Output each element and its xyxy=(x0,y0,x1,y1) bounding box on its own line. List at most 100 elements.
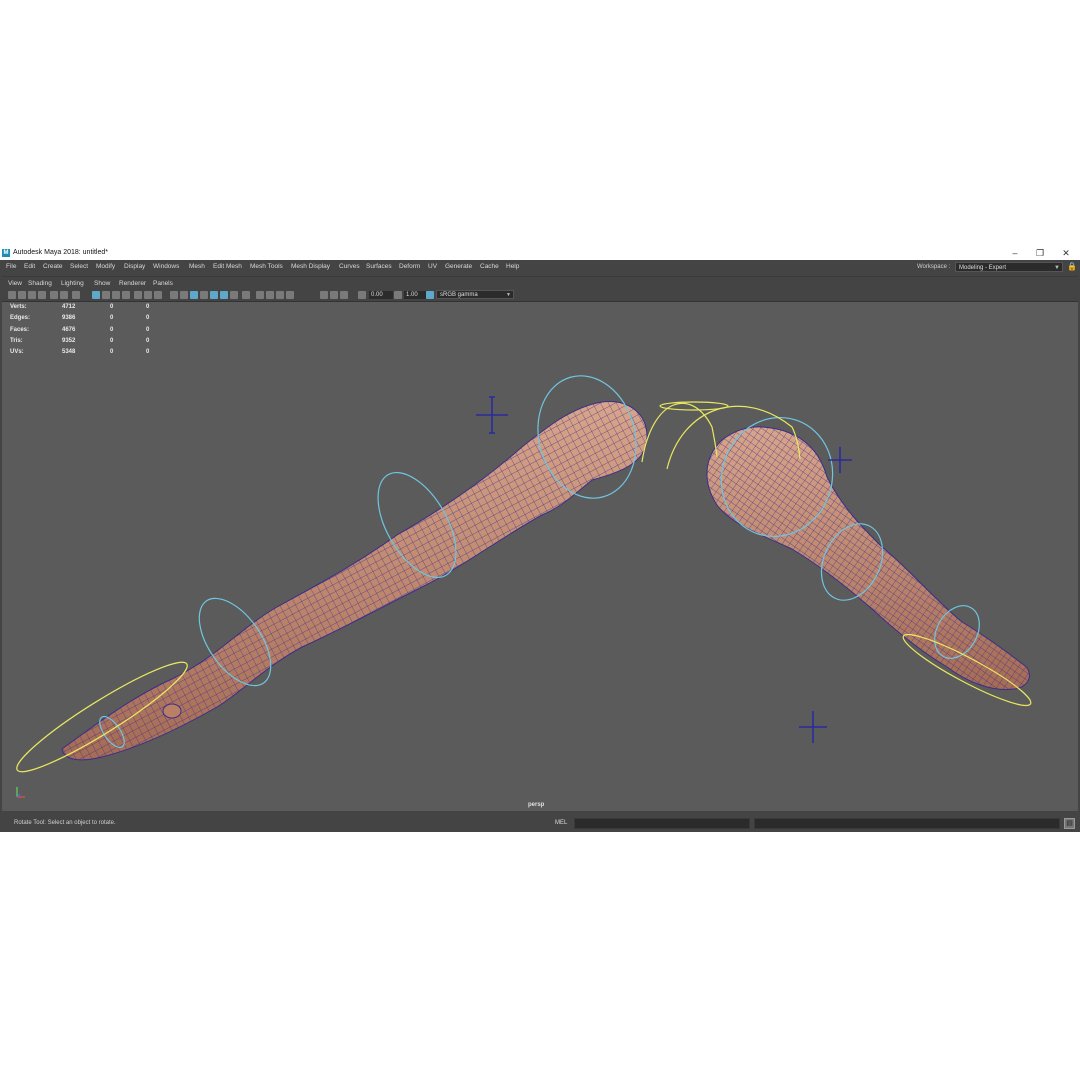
maya-logo-icon: M xyxy=(2,249,10,257)
isolate-icon[interactable] xyxy=(154,291,162,299)
menu-cache[interactable]: Cache xyxy=(480,263,499,270)
command-language-button[interactable]: MEL xyxy=(555,820,567,826)
two-d-pan-icon[interactable] xyxy=(50,291,58,299)
view-transform-value: sRGB gamma xyxy=(440,292,478,298)
menu-surfaces[interactable]: Surfaces xyxy=(366,263,392,270)
grease-pencil-icon[interactable] xyxy=(60,291,68,299)
panel-menu-view[interactable]: View xyxy=(8,280,22,287)
menu-display[interactable]: Display xyxy=(124,263,145,270)
panel-menu-shading[interactable]: Shading xyxy=(28,280,52,287)
ambient-occlusion-icon[interactable] xyxy=(256,291,264,299)
xray-active-icon[interactable] xyxy=(330,291,338,299)
workspace-label: Workspace : xyxy=(917,264,951,270)
film-gate-icon[interactable] xyxy=(92,291,100,299)
left-arm-mesh xyxy=(61,401,648,761)
hud-value: 4676 xyxy=(62,326,76,333)
chevron-down-icon: ▼ xyxy=(506,292,511,298)
panel-menu-lighting[interactable]: Lighting xyxy=(61,280,84,287)
grid-icon[interactable] xyxy=(72,291,80,299)
menu-edit-mesh[interactable]: Edit Mesh xyxy=(213,263,242,270)
workspace-dropdown[interactable]: Modeling - Expert ▼ xyxy=(955,262,1063,272)
wireframe-icon[interactable] xyxy=(170,291,178,299)
isolate-select-icon[interactable] xyxy=(320,291,328,299)
camera-attributes-icon[interactable] xyxy=(18,291,26,299)
backface-culling-icon[interactable] xyxy=(340,291,348,299)
hud-label: Edges: xyxy=(10,315,31,322)
resolution-gate-icon[interactable] xyxy=(102,291,110,299)
command-result-field xyxy=(754,818,1060,829)
textured-icon[interactable] xyxy=(200,291,208,299)
right-arm-mesh xyxy=(706,426,1030,691)
hud-value: 0 xyxy=(110,315,114,322)
depth-of-field-icon[interactable] xyxy=(286,291,294,299)
hud-label: Tris: xyxy=(10,337,23,344)
help-text: Rotate Tool: Select an object to rotate. xyxy=(14,820,116,826)
safe-action-icon[interactable] xyxy=(134,291,142,299)
exposure-icon[interactable] xyxy=(358,291,366,299)
hud-value: 0 xyxy=(110,304,114,310)
anti-aliasing-icon[interactable] xyxy=(276,291,284,299)
menu-mesh-tools[interactable]: Mesh Tools xyxy=(250,263,283,270)
smooth-shade-icon[interactable] xyxy=(180,291,188,299)
hud-label: Faces: xyxy=(10,326,30,333)
hud-value: 9352 xyxy=(62,337,76,344)
title-bar: M Autodesk Maya 2018: untitled* – ❐ ✕ xyxy=(0,246,1080,260)
menu-curves[interactable]: Curves xyxy=(339,263,360,270)
hud-value: 0 xyxy=(146,315,150,322)
hud-value: 0 xyxy=(110,349,114,356)
hud-value: 4712 xyxy=(62,304,76,310)
menu-select[interactable]: Select xyxy=(70,263,88,270)
panel-menubar: View Shading Lighting Show Renderer Pane… xyxy=(2,277,1078,289)
wireframe-on-shaded-icon[interactable] xyxy=(190,291,198,299)
perspective-viewport[interactable]: View Shading Lighting Show Renderer Pane… xyxy=(2,276,1078,811)
xray-icon[interactable] xyxy=(230,291,238,299)
menu-uv[interactable]: UV xyxy=(428,263,437,270)
hud-value: 0 xyxy=(146,349,150,356)
menu-edit[interactable]: Edit xyxy=(24,263,35,270)
restore-button[interactable]: ❐ xyxy=(1030,247,1050,259)
gamma-icon[interactable] xyxy=(394,291,402,299)
view-transform-dropdown[interactable]: sRGB gamma ▼ xyxy=(436,290,514,299)
bookmark-icon[interactable] xyxy=(28,291,36,299)
script-editor-icon[interactable]: ▤ xyxy=(1064,818,1075,829)
minimize-button[interactable]: – xyxy=(1005,247,1025,259)
menu-modify[interactable]: Modify xyxy=(96,263,115,270)
panel-menu-renderer[interactable]: Renderer xyxy=(119,280,146,287)
menu-windows[interactable]: Windows xyxy=(153,263,179,270)
safe-title-icon[interactable] xyxy=(144,291,152,299)
menu-mesh[interactable]: Mesh xyxy=(189,263,205,270)
field-chart-icon[interactable] xyxy=(122,291,130,299)
close-button[interactable]: ✕ xyxy=(1056,247,1076,259)
hud-value: 0 xyxy=(110,337,114,344)
maya-window: M Autodesk Maya 2018: untitled* – ❐ ✕ Fi… xyxy=(0,246,1080,832)
hud-value: 5348 xyxy=(62,349,76,356)
lock-icon[interactable]: 🔒 xyxy=(1067,262,1077,272)
menu-deform[interactable]: Deform xyxy=(399,263,420,270)
scene-view[interactable] xyxy=(2,277,1078,811)
menu-help[interactable]: Help xyxy=(506,263,519,270)
menu-file[interactable]: File xyxy=(6,263,16,270)
color-management-icon[interactable] xyxy=(426,291,434,299)
xray-joints-icon[interactable] xyxy=(242,291,250,299)
view-axis-icon xyxy=(16,787,25,798)
exposure-field[interactable]: 0.00 xyxy=(369,291,393,299)
panel-toolbar: 0.00 1.00 sRGB gamma ▼ xyxy=(2,289,1078,302)
use-all-lights-icon[interactable] xyxy=(210,291,218,299)
help-line: Rotate Tool: Select an object to rotate.… xyxy=(0,814,1080,832)
motion-blur-icon[interactable] xyxy=(266,291,274,299)
image-plane-icon[interactable] xyxy=(38,291,46,299)
menu-mesh-display[interactable]: Mesh Display xyxy=(291,263,330,270)
gamma-field[interactable]: 1.00 xyxy=(404,291,426,299)
menu-generate[interactable]: Generate xyxy=(445,263,472,270)
hud-label: Verts: xyxy=(10,304,27,310)
shadows-icon[interactable] xyxy=(220,291,228,299)
panel-menu-panels[interactable]: Panels xyxy=(153,280,173,287)
scene-canvas xyxy=(16,375,1032,773)
select-camera-icon[interactable] xyxy=(8,291,16,299)
gate-mask-icon[interactable] xyxy=(112,291,120,299)
hud-value: 0 xyxy=(146,304,150,310)
menu-create[interactable]: Create xyxy=(43,263,63,270)
hud-value: 0 xyxy=(110,326,114,333)
panel-menu-show[interactable]: Show xyxy=(94,280,110,287)
command-input[interactable] xyxy=(574,818,750,829)
